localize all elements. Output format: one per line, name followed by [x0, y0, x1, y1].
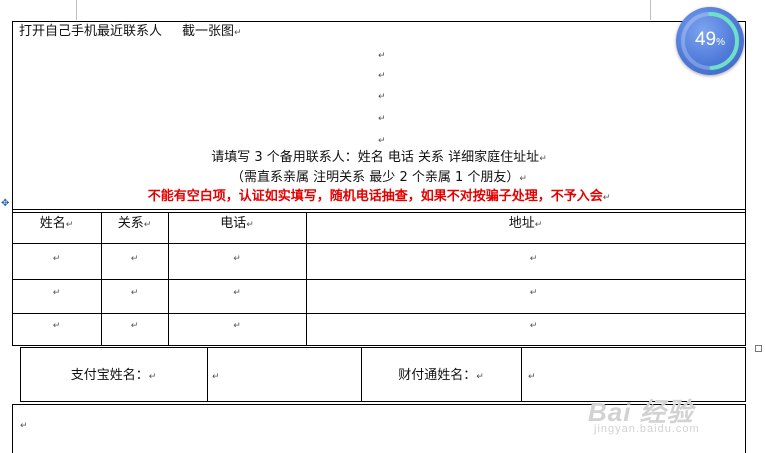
- contacts-table-row-line: [12, 313, 746, 314]
- table-cell-address[interactable]: ↵: [306, 317, 761, 334]
- payment-table-col-line: [521, 347, 522, 402]
- top-instruction-text: 打开自己手机最近联系人: [19, 24, 163, 39]
- request-line: 请填写 3 个备用联系人：姓名 电话 关系 详细家庭住址址↵: [12, 150, 746, 167]
- progress-badge[interactable]: 49%: [676, 7, 744, 75]
- tenpay-name-label: 财付通姓名：↵: [398, 368, 484, 383]
- contacts-table-row-line: [12, 279, 746, 280]
- request-note: （需直系亲属 注明关系 最少 2 个亲属 1 个朋友）↵: [12, 170, 746, 187]
- screenshot-note-text: 截一张图: [182, 24, 235, 39]
- table-cell-relation[interactable]: ↵: [101, 250, 168, 267]
- paragraph-mark: ↵: [602, 193, 611, 203]
- bottom-table-left-border: [12, 404, 13, 453]
- contacts-table-bottom-border: [12, 345, 746, 346]
- watermark-sub: jingyan.baidu.com: [594, 423, 700, 435]
- table-cell-relation[interactable]: ↵: [101, 317, 168, 334]
- paragraph-mark: ↵: [539, 154, 547, 164]
- table-move-handle-icon[interactable]: ✥: [1, 199, 11, 209]
- table-cell-name[interactable]: ↵: [12, 317, 101, 334]
- contacts-table-top-border: [12, 209, 746, 210]
- empty-paragraph-1: ↵: [378, 51, 386, 61]
- contacts-table-header-bottom: [12, 212, 746, 213]
- table-cell-phone[interactable]: ↵: [168, 284, 306, 301]
- contacts-table-row-line: [12, 243, 746, 244]
- table-cell-name[interactable]: ↵: [12, 284, 101, 301]
- table-cell-name[interactable]: ↵: [12, 250, 101, 267]
- page-corner-mark-left: [76, 0, 77, 20]
- alipay-name-label: 支付宝姓名：↵: [70, 368, 157, 383]
- table-cell-address[interactable]: ↵: [306, 284, 761, 301]
- table-resize-handle-icon[interactable]: [755, 345, 762, 352]
- payment-table-top-border: [20, 347, 746, 348]
- header-phone: 电话↵: [220, 216, 254, 231]
- paragraph-mark: ↵: [519, 174, 527, 184]
- empty-paragraph-2: ↵: [378, 71, 386, 81]
- paragraph-mark: ↵: [234, 28, 242, 38]
- progress-value: 49%: [694, 29, 726, 50]
- page-corner-mark-right: [650, 0, 651, 20]
- empty-paragraph-4: ↵: [378, 114, 386, 124]
- table-cell-relation[interactable]: ↵: [101, 284, 168, 301]
- request-note-text: （需直系亲属 注明关系 最少 2 个亲属 1 个朋友）: [231, 170, 520, 185]
- empty-paragraph-3: ↵: [378, 92, 386, 102]
- instruction-line: 打开自己手机最近联系人 截一张图↵: [19, 24, 242, 41]
- table-cell-address[interactable]: ↵: [306, 250, 761, 267]
- tenpay-name-value[interactable]: ↵: [528, 368, 548, 385]
- top-table-top-border: [12, 21, 746, 22]
- table-cell-phone[interactable]: ↵: [168, 250, 306, 267]
- table-cell-phone[interactable]: ↵: [168, 317, 306, 334]
- empty-paragraph-5: ↵: [378, 136, 386, 146]
- payment-table-col-line: [207, 347, 208, 402]
- header-name: 姓名↵: [39, 216, 74, 231]
- empty-paragraph-bottom: ↵: [20, 421, 28, 431]
- header-relation: 关系↵: [117, 216, 152, 231]
- baidu-jingyan-watermark: Bai 经验 jingyan.baidu.com: [588, 392, 748, 440]
- header-address: 地址↵: [508, 216, 543, 231]
- request-line-text: 请填写 3 个备用联系人：姓名 电话 关系 详细家庭住址址: [211, 150, 540, 165]
- warning-line: 不能有空白项，认证如实填写，随机电话抽查，如果不对按骗子处理，不予入会↵: [12, 189, 746, 206]
- alipay-name-value[interactable]: ↵: [212, 368, 232, 385]
- warning-text: 不能有空白项，认证如实填写，随机电话抽查，如果不对按骗子处理，不予入会: [147, 189, 603, 204]
